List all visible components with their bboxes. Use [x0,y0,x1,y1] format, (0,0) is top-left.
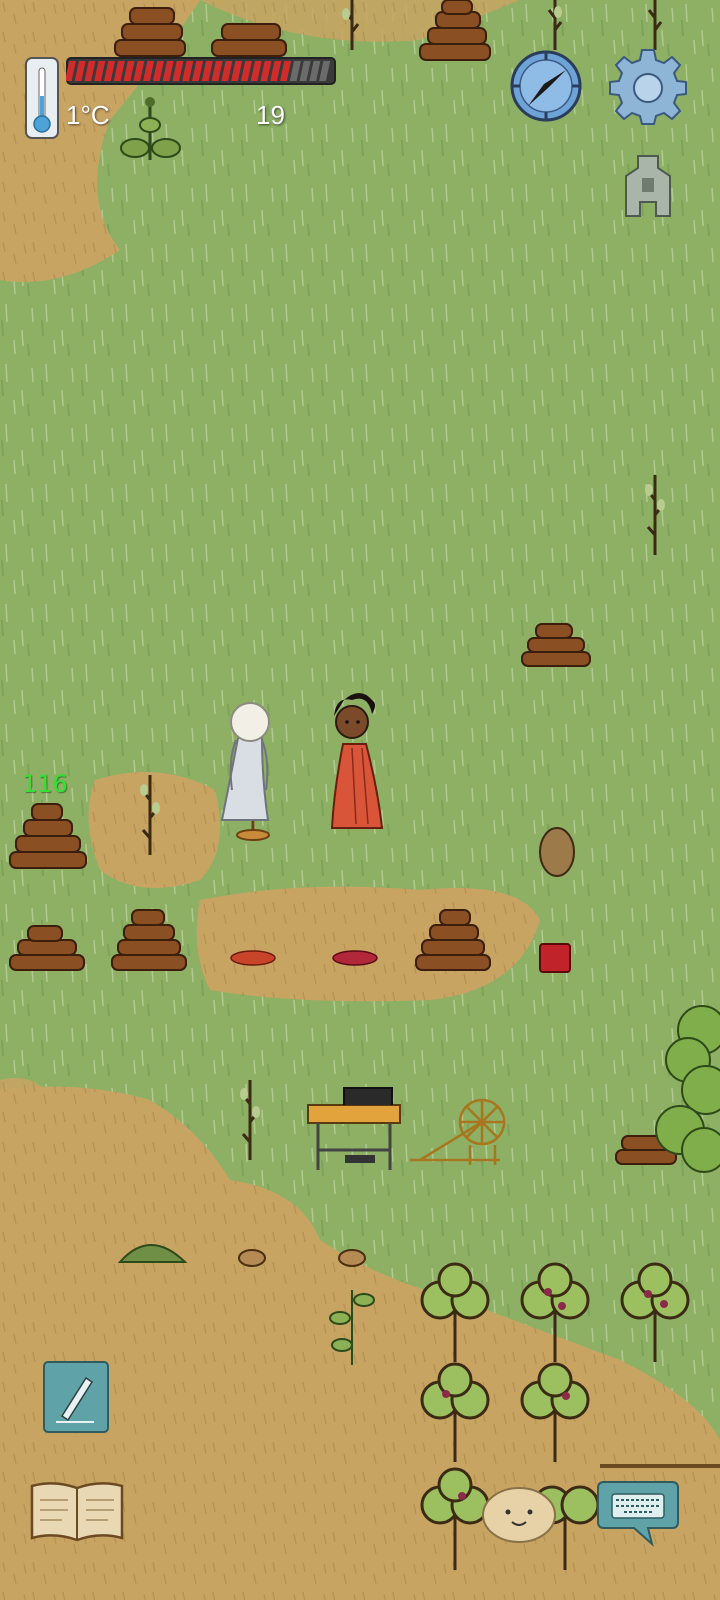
red-item[interactable] [539,943,571,973]
red-pile[interactable] [332,950,378,966]
gear-icon[interactable] [608,46,688,126]
overhead-number: 116 [22,770,68,798]
bell-icon[interactable] [620,152,676,222]
compass-icon[interactable] [508,48,584,124]
emote-face-icon[interactable] [480,1482,558,1544]
woodpile[interactable] [211,23,287,57]
food-meter [64,57,336,85]
food-value: 19 [256,100,285,130]
red-pile[interactable] [230,950,276,966]
woven-basket[interactable] [539,827,575,877]
tech-book-icon[interactable] [28,1478,126,1544]
thermometer-icon [24,56,60,140]
temperature-label: 1°C [66,100,110,130]
keyboard-chat-icon[interactable] [596,1478,680,1548]
pencil-note-icon[interactable] [42,1360,110,1434]
